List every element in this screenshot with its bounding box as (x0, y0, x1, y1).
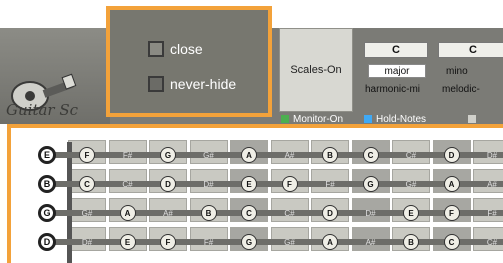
fret-note[interactable]: F# (484, 205, 500, 221)
fret-note[interactable]: D# (484, 147, 500, 163)
hold-indicator-icon (364, 115, 372, 123)
never-hide-label: never-hide (170, 76, 237, 92)
fret-note[interactable]: A# (363, 234, 379, 250)
fret-note[interactable]: C# (403, 147, 419, 163)
fretboard: E F F# G G# A A# B C C# D D# B C C# D D# E F F# G G# A A# G G# A A#… (7, 124, 503, 263)
scales-on-button[interactable]: Scales-On (279, 28, 353, 112)
mode-select-1-label: major (384, 65, 410, 77)
guitar-string (46, 210, 503, 216)
fret-note[interactable]: D# (79, 234, 95, 250)
open-string-note[interactable]: D (38, 233, 56, 251)
scales-on-label: Scales-On (290, 64, 342, 76)
close-option[interactable]: close (148, 41, 203, 57)
hold-notes-label: Hold-Notes (376, 113, 427, 125)
fret-note[interactable]: F# (201, 234, 217, 250)
fret-note[interactable]: C# (282, 205, 298, 221)
fret-note[interactable]: B (200, 205, 217, 221)
monitor-label: Monitor-On (293, 113, 344, 125)
key-select-2[interactable]: C (438, 42, 503, 58)
open-string-note[interactable]: E (38, 146, 56, 164)
fret-note[interactable]: A (119, 205, 136, 221)
fret-note[interactable]: G# (403, 176, 419, 192)
options-popup: close never-hide (106, 6, 272, 117)
fret-note[interactable]: G (362, 176, 379, 192)
fret-note[interactable]: G (160, 147, 176, 163)
monitor-toggle[interactable]: Monitor-On (281, 113, 344, 125)
fret-note[interactable]: D (160, 176, 176, 192)
fret-note[interactable]: F (160, 234, 176, 250)
fret-note[interactable]: G# (201, 147, 217, 163)
scale-option-2[interactable]: melodic- (442, 84, 480, 95)
fret-note[interactable]: F (281, 176, 298, 192)
never-hide-checkbox[interactable] (148, 76, 164, 92)
guitar-string (46, 239, 503, 245)
guitar-string (46, 181, 503, 187)
key-select-1-label: C (392, 44, 400, 56)
mode-select-2[interactable]: mino (446, 64, 503, 78)
fret-note[interactable]: G# (282, 234, 298, 250)
scale-option-1[interactable]: harmonic-mi (365, 84, 420, 95)
key-select-1[interactable]: C (364, 42, 428, 58)
fret-note[interactable]: G (241, 234, 257, 250)
mode-select-1[interactable]: major (368, 64, 426, 78)
fret-note[interactable]: D# (201, 176, 217, 192)
fret-note[interactable]: A# (160, 205, 176, 221)
fret-note[interactable]: B (403, 234, 419, 250)
fret-note[interactable]: F# (322, 176, 338, 192)
never-hide-option[interactable]: never-hide (148, 76, 236, 92)
fret-note[interactable]: D (443, 147, 460, 163)
hold-notes-toggle[interactable]: Hold-Notes (364, 113, 427, 125)
fret-note[interactable]: C (241, 205, 257, 221)
fret-note[interactable]: B (322, 147, 338, 163)
close-label: close (170, 41, 203, 57)
fret-note[interactable]: F (443, 205, 460, 221)
mode-select-2-label: mino (446, 65, 468, 77)
logo-title: Guitar Sc (6, 101, 79, 119)
fret-note[interactable]: E (241, 176, 257, 192)
fret-note[interactable]: A# (282, 147, 298, 163)
fret-note[interactable]: G# (79, 205, 95, 221)
open-string-note[interactable]: G (38, 204, 56, 222)
fret-note[interactable]: C (362, 147, 379, 163)
open-string-note[interactable]: B (38, 175, 56, 193)
monitor-indicator-icon (281, 115, 289, 123)
fret-note[interactable]: D# (363, 205, 379, 221)
fret-note[interactable]: C (79, 176, 95, 192)
fret-note[interactable]: A (241, 147, 257, 163)
key-select-2-label: C (469, 44, 477, 56)
fret-note[interactable]: E (119, 234, 136, 250)
fret-note[interactable]: A (322, 234, 338, 250)
close-checkbox[interactable] (148, 41, 164, 57)
fret-note[interactable]: A (443, 176, 460, 192)
fret-note[interactable]: C# (120, 176, 136, 192)
guitar-string (46, 152, 503, 158)
fret-note[interactable]: D (322, 205, 338, 221)
fret-note[interactable]: F (79, 147, 95, 163)
fret-note[interactable]: A# (484, 176, 500, 192)
fret-note[interactable]: C# (484, 234, 500, 250)
extra-indicator-icon (468, 115, 476, 123)
fret-note[interactable]: F# (120, 147, 136, 163)
fret-note[interactable]: E (403, 205, 419, 221)
fret-note[interactable]: C (443, 234, 460, 250)
